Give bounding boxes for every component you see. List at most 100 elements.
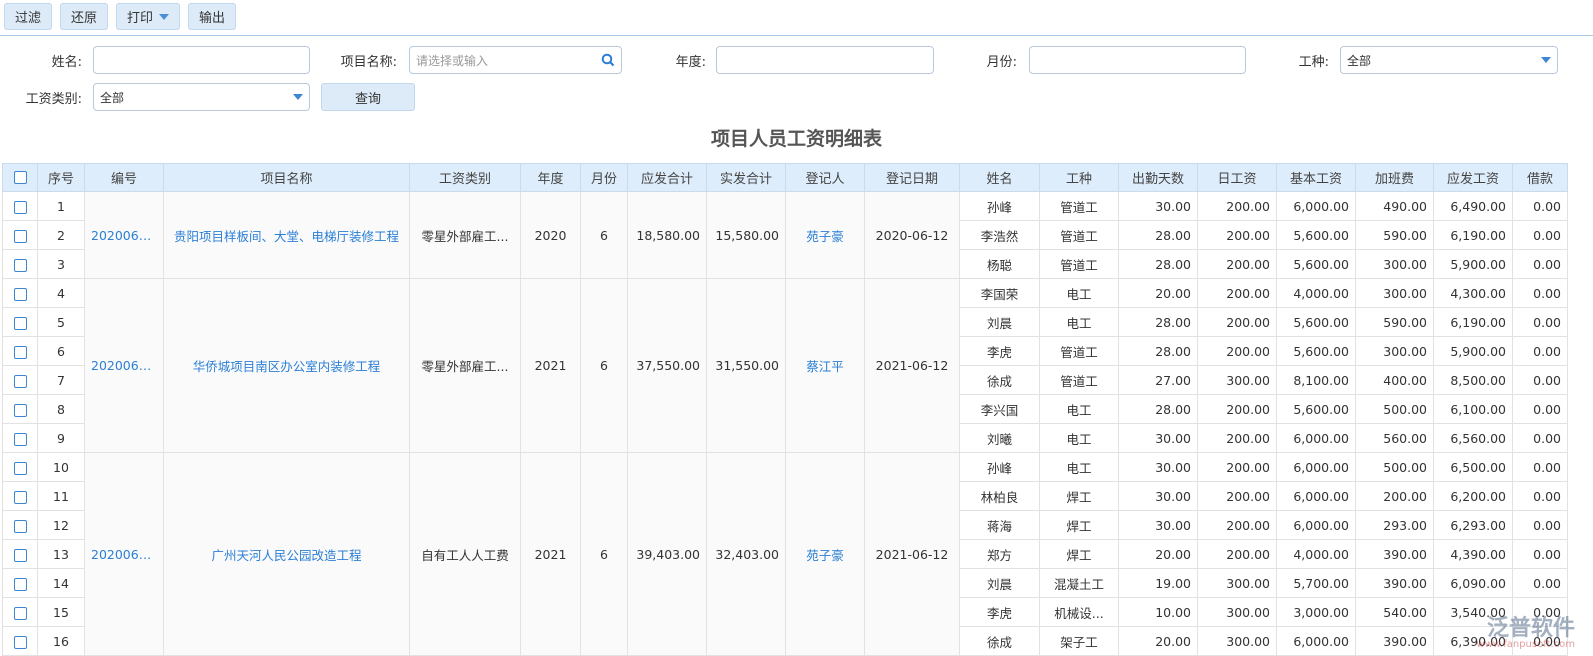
attendance-days: 28.00	[1118, 394, 1198, 424]
row-select[interactable]	[2, 568, 38, 598]
row-checkbox[interactable]	[13, 316, 27, 330]
row-select[interactable]	[2, 220, 38, 250]
row-checkbox[interactable]	[13, 606, 27, 620]
year-input[interactable]	[716, 46, 934, 74]
project-code[interactable]: 202006007	[84, 452, 164, 656]
overtime-pay: 500.00	[1355, 452, 1434, 482]
filter-button[interactable]: 过滤	[4, 3, 53, 30]
column-header[interactable]: 姓名	[959, 163, 1040, 192]
export-button[interactable]: 输出	[188, 3, 237, 30]
row-select[interactable]	[2, 191, 38, 221]
row-checkbox[interactable]	[13, 258, 27, 272]
base-wage: 8,100.00	[1276, 365, 1356, 395]
column-header[interactable]: 借款	[1512, 163, 1568, 192]
row-select[interactable]	[2, 307, 38, 337]
reset-button[interactable]: 还原	[60, 3, 109, 30]
base-wage: 6,000.00	[1276, 423, 1356, 453]
select-all-header[interactable]	[2, 163, 38, 192]
column-header[interactable]: 实发合计	[706, 163, 786, 192]
attendance-days: 20.00	[1118, 278, 1198, 308]
row-checkbox[interactable]	[13, 200, 27, 214]
project-name[interactable]: 贵阳项目样板间、大堂、电梯厅装修工程	[163, 191, 410, 279]
work-type: 架子工	[1039, 626, 1119, 656]
project-code[interactable]: 202006004	[84, 191, 164, 279]
column-header[interactable]: 日工资	[1197, 163, 1277, 192]
row-select[interactable]	[2, 249, 38, 279]
print-button[interactable]: 打印	[116, 3, 181, 30]
work-type: 焊工	[1039, 510, 1119, 540]
row-select[interactable]	[2, 597, 38, 627]
overtime-pay: 560.00	[1355, 423, 1434, 453]
column-header[interactable]: 出勤天数	[1118, 163, 1198, 192]
payable-wage: 6,190.00	[1433, 307, 1513, 337]
column-header[interactable]: 项目名称	[163, 163, 410, 192]
daily-wage: 200.00	[1197, 423, 1277, 453]
employee-name: 杨聪	[959, 249, 1040, 279]
column-header[interactable]: 加班费	[1355, 163, 1434, 192]
month-input[interactable]	[1029, 46, 1246, 74]
loan: 0.00	[1512, 220, 1568, 250]
row-select[interactable]	[2, 394, 38, 424]
worktype-select[interactable]: 全部	[1340, 46, 1558, 74]
row-checkbox[interactable]	[13, 577, 27, 591]
query-button[interactable]: 查询	[321, 83, 415, 111]
row-checkbox[interactable]	[13, 635, 27, 649]
row-select[interactable]	[2, 539, 38, 569]
payable-wage: 6,090.00	[1433, 568, 1513, 598]
column-header[interactable]: 登记人	[785, 163, 865, 192]
daily-wage: 200.00	[1197, 481, 1277, 511]
loan: 0.00	[1512, 510, 1568, 540]
employee-name: 孙峰	[959, 452, 1040, 482]
search-icon[interactable]	[601, 53, 615, 67]
row-select[interactable]	[2, 510, 38, 540]
work-type: 混凝土工	[1039, 568, 1119, 598]
row-select[interactable]	[2, 481, 38, 511]
column-header[interactable]: 年度	[520, 163, 581, 192]
column-header[interactable]: 应发合计	[627, 163, 707, 192]
overtime-pay: 293.00	[1355, 510, 1434, 540]
table-row[interactable]: 1 202006004 贵阳项目样板间、大堂、电梯厅装修工程 零星外部雇工... 202…	[2, 191, 1568, 279]
row-checkbox[interactable]	[13, 403, 27, 417]
row-select[interactable]	[2, 626, 38, 656]
row-checkbox[interactable]	[13, 345, 27, 359]
name-input[interactable]	[93, 46, 310, 74]
table-row[interactable]: 4 202006006 华侨城项目南区办公室内装修工程 零星外部雇工... 2021 6 3…	[2, 278, 1568, 453]
row-select[interactable]	[2, 336, 38, 366]
project-name[interactable]: 华侨城项目南区办公室内装修工程	[163, 278, 410, 453]
select-all-checkbox[interactable]	[13, 171, 27, 184]
work-type: 机械设...	[1039, 597, 1119, 627]
row-select[interactable]	[2, 423, 38, 453]
wagetype-select[interactable]: 全部	[93, 83, 310, 111]
work-type: 管道工	[1039, 191, 1119, 221]
column-header[interactable]: 工种	[1039, 163, 1119, 192]
registrant[interactable]: 蔡江平	[785, 278, 865, 453]
column-header[interactable]: 编号	[84, 163, 164, 192]
row-checkbox[interactable]	[13, 432, 27, 446]
wagetype-label: 工资类别:	[25, 92, 82, 107]
registrant[interactable]: 苑子豪	[785, 452, 865, 656]
row-select[interactable]	[2, 278, 38, 308]
column-header[interactable]: 序号	[37, 163, 85, 192]
project-name[interactable]: 广州天河人民公园改造工程	[163, 452, 410, 656]
row-checkbox[interactable]	[13, 374, 27, 388]
row-checkbox[interactable]	[13, 287, 27, 301]
project-code[interactable]: 202006006	[84, 278, 164, 453]
payable-wage: 6,190.00	[1433, 220, 1513, 250]
project-input[interactable]: 请选择或输入	[409, 46, 622, 74]
daily-wage: 200.00	[1197, 307, 1277, 337]
column-header[interactable]: 应发工资	[1433, 163, 1513, 192]
row-checkbox[interactable]	[13, 490, 27, 504]
row-checkbox[interactable]	[13, 461, 27, 475]
column-header[interactable]: 基本工资	[1276, 163, 1356, 192]
column-header[interactable]: 月份	[580, 163, 628, 192]
row-select[interactable]	[2, 452, 38, 482]
row-checkbox[interactable]	[13, 519, 27, 533]
table-row[interactable]: 10 202006007 广州天河人民公园改造工程 自有工人人工费 2021 6 39,40…	[2, 452, 1568, 656]
column-header[interactable]: 工资类别	[409, 163, 521, 192]
registrant[interactable]: 苑子豪	[785, 191, 865, 279]
row-checkbox[interactable]	[13, 548, 27, 562]
employee-name: 孙峰	[959, 191, 1040, 221]
row-select[interactable]	[2, 365, 38, 395]
column-header[interactable]: 登记日期	[864, 163, 960, 192]
row-checkbox[interactable]	[13, 229, 27, 243]
